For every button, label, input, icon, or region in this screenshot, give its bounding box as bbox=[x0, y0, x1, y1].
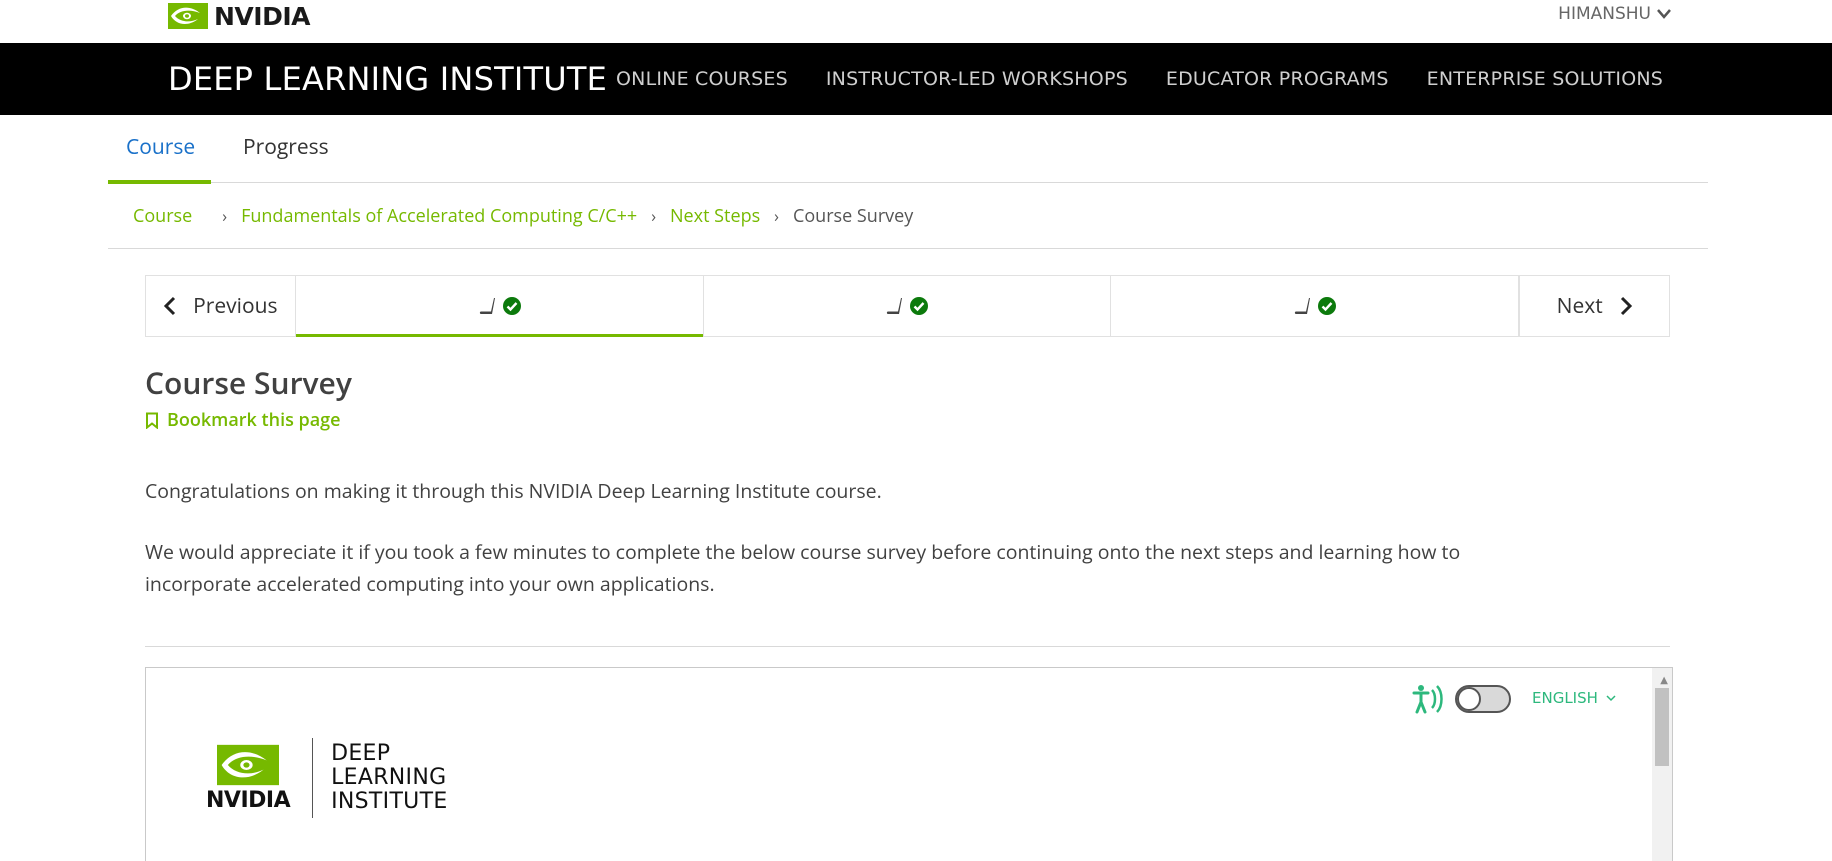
chevron-left-icon bbox=[164, 296, 176, 316]
scroll-up-arrow-icon[interactable]: ▲ bbox=[1660, 672, 1668, 686]
breadcrumb-course-name[interactable]: Fundamentals of Accelerated Computing C/… bbox=[241, 204, 637, 228]
survey-frame[interactable]: ENGLISH NVIDIA DEEP LEARNING INSTITUTE ▲ bbox=[145, 667, 1673, 861]
check-circle-icon bbox=[502, 297, 521, 315]
nav-links: ONLINE COURSES INSTRUCTOR-LED WORKSHOPS … bbox=[616, 43, 1663, 115]
nvidia-eye-icon bbox=[168, 3, 208, 29]
next-button[interactable]: Next bbox=[1519, 276, 1669, 336]
dli-nvidia-word: NVIDIA bbox=[206, 787, 291, 813]
chevron-down-icon bbox=[1606, 694, 1616, 701]
nvidia-logo[interactable]: NVIDIA bbox=[168, 1, 310, 31]
sequence-unit-1[interactable] bbox=[295, 276, 704, 337]
breadcrumb-course[interactable]: Course bbox=[133, 204, 192, 228]
book-icon bbox=[479, 298, 495, 314]
top-bar: NVIDIA HIMANSHU bbox=[0, 0, 1832, 43]
next-label: Next bbox=[1556, 292, 1603, 320]
dli-line-3: INSTITUTE bbox=[331, 789, 448, 814]
nav-online-courses[interactable]: ONLINE COURSES bbox=[616, 68, 788, 90]
breadcrumb-current: Course Survey bbox=[792, 203, 914, 228]
breadcrumb: Course › Fundamentals of Accelerated Com… bbox=[108, 183, 1708, 249]
bookmark-icon bbox=[146, 412, 158, 429]
intro-paragraph: Congratulations on making it through thi… bbox=[145, 477, 882, 504]
user-menu[interactable]: HIMANSHU bbox=[1558, 4, 1671, 24]
logo-divider bbox=[312, 738, 314, 818]
breadcrumb-next-steps[interactable]: Next Steps bbox=[670, 204, 760, 228]
previous-label: Previous bbox=[193, 292, 278, 320]
scroll-thumb[interactable] bbox=[1655, 688, 1669, 766]
accessibility-icon bbox=[1412, 685, 1443, 714]
dli-line-1: DEEP bbox=[331, 741, 391, 766]
book-icon bbox=[1295, 298, 1311, 314]
page-title: Course Survey bbox=[145, 362, 352, 403]
site-title[interactable]: DEEP LEARNING INSTITUTE bbox=[168, 43, 607, 115]
chevron-down-icon bbox=[1657, 9, 1671, 19]
sequence-unit-2[interactable] bbox=[704, 276, 1112, 336]
bookmark-button[interactable]: Bookmark this page bbox=[145, 408, 341, 432]
nvidia-eye-icon bbox=[217, 744, 280, 785]
dli-line-2: LEARNING bbox=[331, 765, 447, 790]
nav-educator-programs[interactable]: EDUCATOR PROGRAMS bbox=[1166, 68, 1389, 90]
book-icon bbox=[887, 298, 903, 314]
sequence-nav: Previous Next bbox=[145, 275, 1670, 337]
chevron-right-icon bbox=[1620, 296, 1632, 316]
chevron-right-icon: › bbox=[774, 204, 779, 227]
chevron-right-icon: › bbox=[651, 204, 656, 227]
chevron-right-icon: › bbox=[222, 204, 228, 227]
dli-logo: NVIDIA DEEP LEARNING INSTITUTE bbox=[206, 738, 448, 818]
accessibility-control bbox=[1411, 682, 1511, 716]
previous-button[interactable]: Previous bbox=[146, 276, 296, 336]
nav-instructor-led-workshops[interactable]: INSTRUCTOR-LED WORKSHOPS bbox=[826, 68, 1128, 90]
main-nav: DEEP LEARNING INSTITUTE ONLINE COURSES I… bbox=[0, 43, 1832, 115]
tab-progress[interactable]: Progress bbox=[225, 115, 347, 183]
check-circle-icon bbox=[1318, 297, 1337, 315]
bookmark-label: Bookmark this page bbox=[167, 408, 341, 432]
nav-enterprise-solutions[interactable]: ENTERPRISE SOLUTIONS bbox=[1427, 68, 1663, 90]
nvidia-wordmark: NVIDIA bbox=[214, 1, 310, 31]
language-select[interactable]: ENGLISH bbox=[1532, 689, 1616, 707]
accessibility-toggle[interactable] bbox=[1455, 685, 1511, 713]
toggle-knob bbox=[1457, 687, 1481, 711]
language-label: ENGLISH bbox=[1532, 689, 1598, 707]
tab-course[interactable]: Course bbox=[108, 115, 211, 184]
survey-scrollbar[interactable]: ▲ bbox=[1652, 668, 1672, 861]
content-divider bbox=[145, 646, 1670, 647]
survey-request-paragraph: We would appreciate it if you took a few… bbox=[145, 538, 1461, 597]
dli-mark: NVIDIA bbox=[206, 744, 291, 813]
check-circle-icon bbox=[910, 297, 929, 315]
dli-wordmark: DEEP LEARNING INSTITUTE bbox=[331, 742, 447, 814]
sequence-unit-3[interactable] bbox=[1111, 276, 1520, 336]
user-name: HIMANSHU bbox=[1558, 4, 1651, 24]
course-tabs: Course Progress bbox=[108, 115, 1708, 184]
